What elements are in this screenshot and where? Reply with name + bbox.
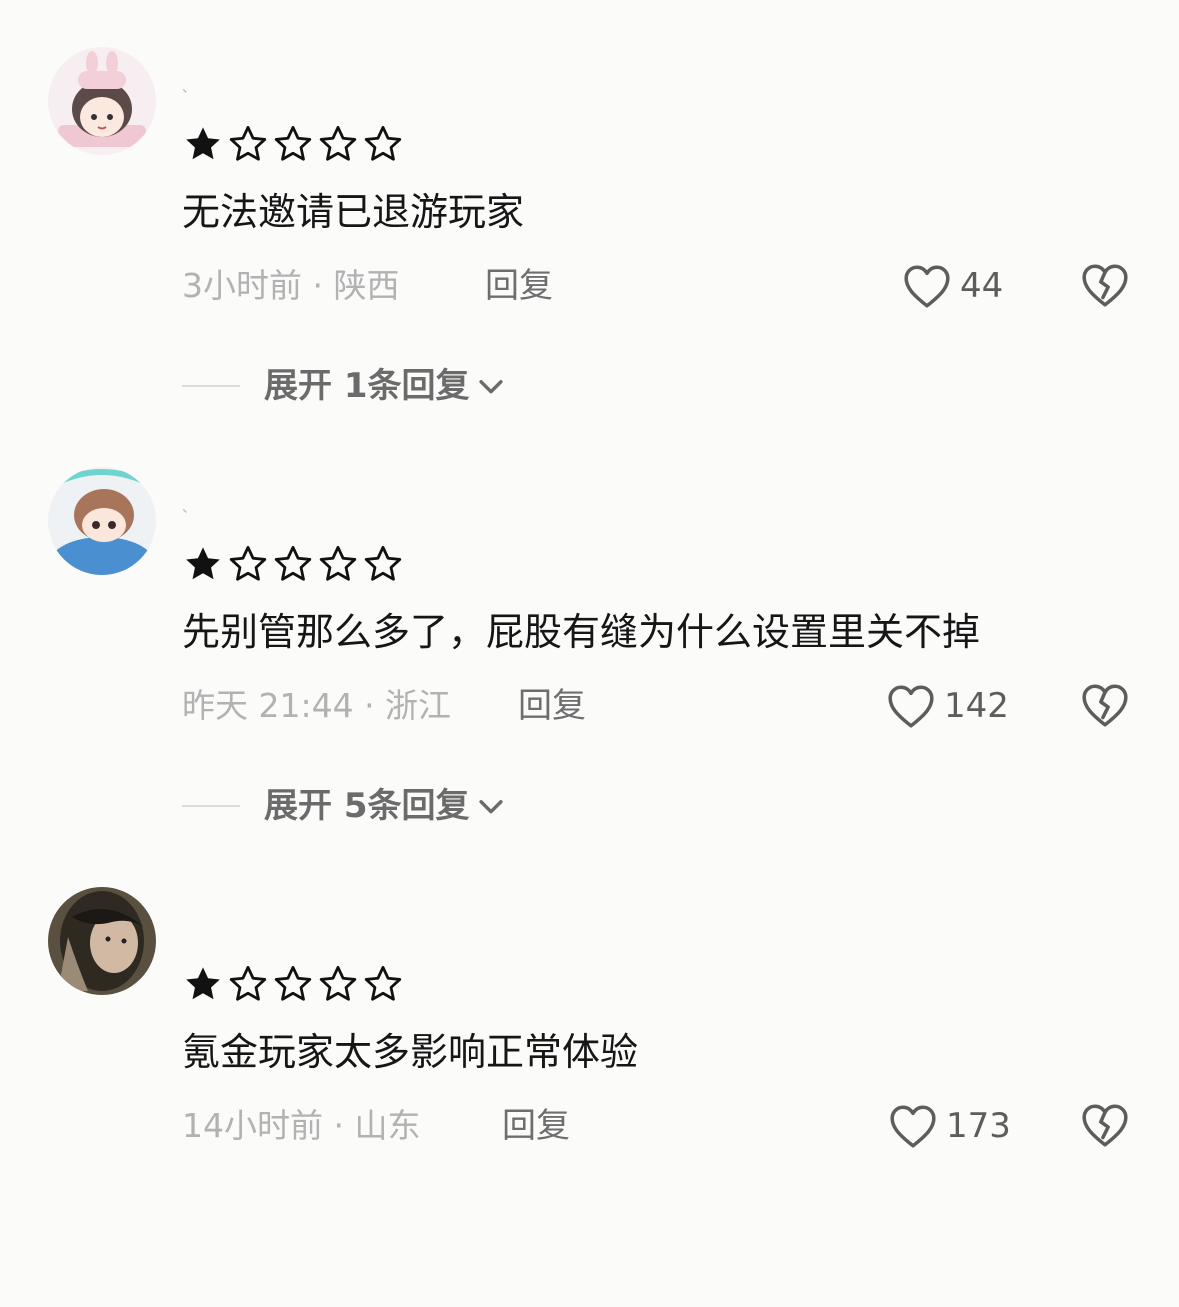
broken-heart-icon — [1082, 1104, 1128, 1147]
star-empty-icon — [319, 965, 357, 1001]
star-rating — [182, 962, 404, 1006]
like-count: 173 — [946, 1106, 1011, 1146]
star-empty-icon — [274, 545, 312, 581]
broken-heart-icon — [1082, 684, 1128, 727]
star-filled-icon — [186, 547, 220, 580]
reply-button[interactable]: 回复 — [485, 261, 553, 311]
star-empty-icon — [229, 125, 267, 161]
star-empty-icon — [274, 965, 312, 1001]
chevron-down-icon — [478, 800, 503, 814]
star-empty-icon — [274, 125, 312, 161]
star-empty-icon — [364, 125, 402, 161]
star-rating — [182, 122, 404, 166]
divider-line — [182, 385, 240, 387]
star-empty-icon — [229, 965, 267, 1001]
expand-replies-button[interactable]: 展开 1条回复 — [182, 363, 508, 409]
comment-meta: 14小时前 · 山东 — [182, 1106, 421, 1145]
broken-heart-icon — [1082, 264, 1128, 307]
star-empty-icon — [229, 545, 267, 581]
comment-text[interactable]: 氪金玩家太多影响正常体验 — [182, 1024, 638, 1080]
reply-button[interactable]: 回复 — [502, 1101, 570, 1151]
like-button[interactable]: 44 — [902, 257, 1003, 315]
expand-replies-button[interactable]: 展开 5条回复 — [182, 783, 508, 829]
dislike-button[interactable] — [1080, 261, 1130, 311]
star-empty-icon — [319, 545, 357, 581]
expand-replies-label: 展开 1条回复 — [264, 366, 470, 406]
avatar[interactable] — [48, 467, 156, 575]
chevron-down-icon — [478, 380, 503, 394]
heart-outline-icon — [888, 685, 934, 728]
photo-avatar-icon — [48, 887, 156, 995]
comment-text[interactable]: 先别管那么多了，屁股有缝为什么设置里关不掉 — [182, 604, 980, 660]
anime-girl-avatar-icon — [48, 47, 156, 155]
dislike-button[interactable] — [1080, 681, 1130, 731]
username[interactable]: 、 — [182, 77, 198, 97]
divider-line — [182, 805, 240, 807]
comment-item: 氪金玩家太多影响正常体验 14小时前 · 山东 回复 173 — [0, 887, 1179, 1307]
comment-meta: 昨天 21:44 · 浙江 — [182, 686, 452, 725]
reply-button[interactable]: 回复 — [518, 681, 586, 731]
comment-item: 、 无法邀请已退游玩家 3小时前 · 陕西 回复 44 展开 1条回复 — [0, 47, 1179, 467]
like-button[interactable]: 142 — [886, 677, 1009, 735]
anime-boy-avatar-icon — [48, 467, 156, 575]
comment-item: 、 先别管那么多了，屁股有缝为什么设置里关不掉 昨天 21:44 · 浙江 回复… — [0, 467, 1179, 887]
heart-outline-icon — [890, 1105, 936, 1148]
star-empty-icon — [319, 125, 357, 161]
star-rating — [182, 542, 404, 586]
heart-outline-icon — [904, 265, 950, 308]
expand-replies-label: 展开 5条回复 — [264, 786, 470, 826]
like-button[interactable]: 173 — [888, 1097, 1011, 1155]
username[interactable]: 、 — [182, 497, 198, 517]
like-count: 44 — [960, 266, 1004, 306]
avatar[interactable] — [48, 47, 156, 155]
star-empty-icon — [364, 965, 402, 1001]
dislike-button[interactable] — [1080, 1101, 1130, 1151]
avatar[interactable] — [48, 887, 156, 995]
star-empty-icon — [364, 545, 402, 581]
star-filled-icon — [186, 127, 220, 160]
comment-meta: 3小时前 · 陕西 — [182, 266, 400, 305]
comment-text[interactable]: 无法邀请已退游玩家 — [182, 184, 524, 240]
like-count: 142 — [944, 686, 1009, 726]
star-filled-icon — [186, 967, 220, 1000]
